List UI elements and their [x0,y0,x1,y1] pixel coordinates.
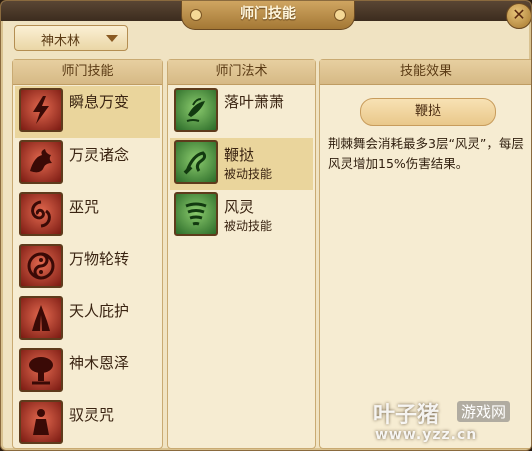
skill-name: 万灵诸念 [69,146,130,164]
school-skills-panel: 师门技能 瞬息万变 万灵诸念 巫咒 万物轮转 天人庇护 神木恩泽 驭灵咒 [12,59,163,449]
spell-name: 风灵 [224,198,255,216]
skill-effect-panel: 技能效果 鞭挞 荆棘舞会消耗最多3层“风灵”，每层风灵增加15%伤害结果。 [319,59,531,449]
skill-row-shunxi[interactable]: 瞬息万变 [15,86,160,138]
spiral-curse-icon [19,192,63,236]
spell-name: 落叶萧萧 [224,93,285,111]
watermark-url: www.yzz.cn [375,427,478,443]
skill-name: 神木恩泽 [69,354,130,372]
school-skills-header: 师门技能 [13,60,162,85]
spirit-figure-icon [19,400,63,444]
school-spells-panel: 师门法术 落叶萧萧 鞭挞 被动技能 风灵 被动技能 [167,59,450,449]
skill-name: 天人庇护 [69,302,130,320]
skill-name: 万物轮转 [69,250,130,268]
tree-icon [19,348,63,392]
skill-row-shenmu[interactable]: 神木恩泽 [15,346,160,398]
chevron-down-icon [106,35,118,42]
site-watermark: 叶子猪 游戏网 www.yzz.cn [367,395,529,449]
watermark-badge: 游戏网 [457,401,511,422]
title-ornament-icon [334,9,346,21]
school-dropdown-value: 神木林 [41,34,81,49]
falling-leaves-icon [174,88,218,132]
watermark-logo-text: 叶子猪 [373,403,440,428]
whip-icon [174,140,218,184]
spell-row-luoye[interactable]: 落叶萧萧 [170,86,313,138]
skill-row-wuzhou[interactable]: 巫咒 [15,190,160,242]
wheel-icon [19,244,63,288]
title-ornament-icon [190,9,202,21]
effect-description: 荆棘舞会消耗最多3层“风灵”，每层风灵增加15%伤害结果。 [328,136,524,171]
school-spells-header: 师门法术 [168,60,315,85]
lightning-icon [19,88,63,132]
skill-name: 巫咒 [69,198,100,216]
skill-row-wanling[interactable]: 万灵诸念 [15,138,160,190]
effect-skill-title: 鞭挞 [360,98,496,126]
spell-name: 鞭挞 [224,146,255,164]
skills-window: 师门技能 ✕ 神木林 师门技能 瞬息万变 万灵诸念 巫咒 万物轮转 天人庇护 神… [0,0,532,451]
skill-row-wanwu[interactable]: 万物轮转 [15,242,160,294]
spell-row-biancha[interactable]: 鞭挞 被动技能 [170,138,313,190]
skill-effect-header: 技能效果 [320,60,531,85]
window-title-plate: 师门技能 [181,1,355,30]
close-button[interactable]: ✕ [506,3,531,29]
spell-type-label: 被动技能 [224,167,273,181]
praying-hands-icon [19,296,63,340]
wind-spirit-icon [174,192,218,236]
school-dropdown[interactable]: 神木林 [14,25,128,51]
skill-name: 驭灵咒 [69,406,115,424]
skill-row-yuling[interactable]: 驭灵咒 [15,398,160,450]
window-title: 师门技能 [240,6,296,22]
beast-icon [19,140,63,184]
spell-type-label: 被动技能 [224,219,273,233]
skill-row-tianren[interactable]: 天人庇护 [15,294,160,346]
skill-name: 瞬息万变 [69,93,130,111]
spell-row-fengling[interactable]: 风灵 被动技能 [170,190,313,242]
